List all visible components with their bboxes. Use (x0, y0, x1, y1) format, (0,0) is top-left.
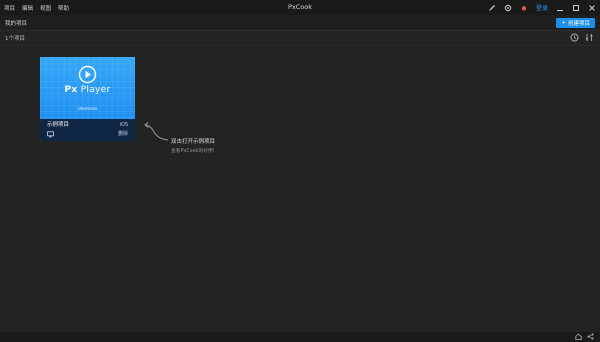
create-project-label: 创建项目 (567, 20, 590, 27)
project-info: 示例项目 iOS 删除 (40, 119, 135, 141)
bell-icon[interactable] (520, 3, 529, 12)
project-count: 1个项目 (5, 36, 25, 42)
minimize-icon[interactable] (555, 3, 564, 12)
clock-icon[interactable] (570, 33, 579, 44)
home-icon[interactable] (575, 333, 582, 342)
thumbnail-title-rest: Player (77, 85, 111, 95)
project-name: 示例项目 (47, 122, 70, 128)
menu-item-help[interactable]: 帮助 (58, 4, 69, 12)
play-icon (78, 65, 97, 84)
toolbar-divider (0, 45, 600, 46)
gear-icon[interactable] (504, 3, 513, 12)
monitor-icon (47, 131, 54, 140)
breadcrumb[interactable]: 我的项目 (0, 19, 27, 27)
project-thumbnail[interactable]: Px Player Usemore (40, 57, 135, 119)
titlebar-actions: 登录 (488, 0, 596, 15)
hint-title: 双击打开示例项目 (171, 139, 216, 145)
thumbnail-subtitle: Usemore (77, 107, 98, 112)
plus-icon: + (561, 19, 566, 26)
menu-bar: 项目 编辑 视图 帮助 (0, 4, 69, 12)
thumbnail-title: Px Player (40, 85, 135, 95)
maximize-icon[interactable] (571, 3, 580, 12)
project-toolbar: 1个项目 (0, 31, 600, 45)
menu-item-view[interactable]: 视图 (40, 4, 51, 12)
thumbnail-title-bold: Px (64, 85, 78, 95)
close-icon[interactable] (587, 3, 596, 12)
project-platform: iOS (119, 122, 129, 128)
create-project-button[interactable]: + 创建项目 (556, 17, 595, 28)
pen-icon[interactable] (488, 3, 497, 12)
menu-item-project[interactable]: 项目 (4, 4, 15, 12)
status-icons (575, 333, 594, 342)
subbar: 我的项目 + 创建项目 (0, 15, 600, 30)
hint-subtitle: 查看PxCook的好用! (171, 149, 215, 154)
toolbar-icons (570, 33, 594, 44)
share-icon[interactable] (587, 333, 594, 342)
titlebar: 项目 编辑 视图 帮助 PxCook 登录 (0, 0, 600, 15)
filter-icon[interactable] (585, 33, 594, 44)
project-card[interactable]: Px Player Usemore 示例项目 iOS 删除 (40, 57, 135, 141)
login-link[interactable]: 登录 (536, 3, 548, 12)
delete-project-link[interactable]: 删除 (118, 131, 128, 138)
curved-arrow-icon (144, 122, 169, 141)
statusbar (0, 332, 600, 342)
menu-item-edit[interactable]: 编辑 (22, 4, 33, 12)
